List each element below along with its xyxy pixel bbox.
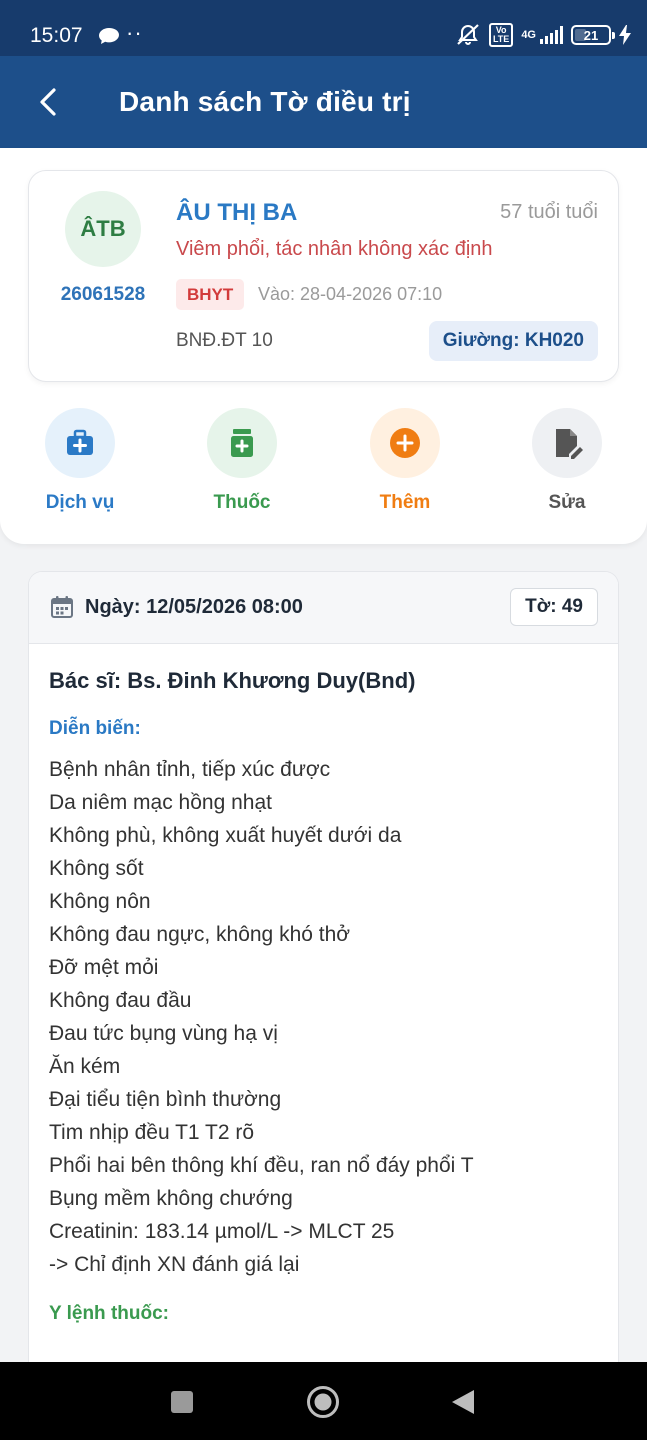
home-button[interactable] xyxy=(305,1384,341,1420)
charging-icon xyxy=(619,25,631,45)
sheet-header: Ngày: 12/05/2026 08:00 Tờ: 49 xyxy=(29,572,618,644)
medicine-label: Thuốc xyxy=(213,492,271,513)
patient-id: 26061528 xyxy=(60,284,146,305)
medication-orders-title: Y lệnh thuốc: xyxy=(49,1303,169,1324)
list-item: Không nôn xyxy=(49,890,151,913)
status-time: 15:07 xyxy=(30,24,83,47)
bed-badge: Giường: KH020 xyxy=(428,321,598,361)
recents-button[interactable] xyxy=(164,1384,200,1420)
status-bar: 15:07 ·· Vo LTE 4G 21 xyxy=(0,0,647,56)
progress-title: Diễn biến: xyxy=(49,718,141,739)
ward-label: BNĐ.ĐT 10 xyxy=(176,330,273,351)
list-item: Không đau ngực, không khó thở xyxy=(49,923,351,946)
edit-label: Sửa xyxy=(548,492,586,513)
back-button[interactable] xyxy=(28,82,68,122)
medical-kit-icon xyxy=(67,429,93,455)
chevron-left-icon xyxy=(40,88,56,116)
list-item: Đại tiểu tiện bình thường xyxy=(49,1088,282,1111)
sheet-number-badge: Tờ: 49 xyxy=(510,588,598,626)
list-item: Bụng mềm không chướng xyxy=(49,1187,293,1210)
volte-icon: Vo LTE xyxy=(488,23,514,47)
status-dots: ·· xyxy=(126,20,143,45)
app-header: Danh sách Tờ điều trị xyxy=(0,56,647,148)
list-item: Đỡ mệt mỏi xyxy=(49,956,159,979)
square-icon xyxy=(171,1391,193,1413)
list-item: Bệnh nhân tỉnh, tiếp xúc được xyxy=(49,758,331,781)
chat-bubble-icon xyxy=(99,28,119,44)
navigation-bar xyxy=(0,1362,647,1440)
triangle-back-icon xyxy=(452,1390,474,1414)
list-item: Không phù, không xuất huyết dưới da xyxy=(49,824,402,847)
progress-list: Bệnh nhân tỉnh, tiếp xúc được Da niêm mạ… xyxy=(49,753,474,1281)
list-item: Không sốt xyxy=(49,857,144,880)
page-title: Danh sách Tờ điều trị xyxy=(119,86,411,117)
list-item: -> Chỉ định XN đánh giá lại xyxy=(49,1253,300,1276)
admission-time: Vào: 28-04-2026 07:10 xyxy=(258,284,443,304)
list-item: Không đau đầu xyxy=(49,989,192,1012)
battery-icon: 21 xyxy=(571,25,615,45)
edit-button[interactable]: Sửa xyxy=(507,408,627,514)
mute-icon xyxy=(457,24,479,45)
list-item: Creatinin: 183.14 µmol/L -> MLCT 25 xyxy=(49,1220,395,1243)
patient-name: ÂU THỊ BA xyxy=(176,199,298,226)
insurance-badge: BHYT xyxy=(176,279,245,310)
network-type: 4G xyxy=(521,28,536,41)
service-button[interactable]: Dịch vụ xyxy=(20,408,140,514)
list-item: Ăn kém xyxy=(49,1055,121,1078)
plus-circle-icon xyxy=(390,428,420,458)
list-item: Da niêm mạc hồng nhạt xyxy=(49,791,272,814)
battery-level: 21 xyxy=(583,27,599,43)
back-nav-button[interactable] xyxy=(445,1384,481,1420)
service-label: Dịch vụ xyxy=(45,492,115,513)
action-bar: Dịch vụ Thuốc Thêm Sửa xyxy=(0,408,647,518)
diagnosis: Viêm phổi, tác nhân không xác định xyxy=(176,238,493,260)
add-label: Thêm xyxy=(379,492,431,513)
list-item: Tim nhịp đều T1 T2 rõ xyxy=(49,1121,255,1144)
signal-icon xyxy=(540,26,563,44)
avatar: ÂTB xyxy=(65,191,141,267)
status-icons: Vo LTE 4G 21 xyxy=(455,22,631,48)
medicine-bottle-icon xyxy=(231,429,253,457)
patient-card[interactable]: ÂTB 26061528 ÂU THỊ BA 57 tuổi tuổi Viêm… xyxy=(28,170,619,382)
patient-panel: ÂTB 26061528 ÂU THỊ BA 57 tuổi tuổi Viêm… xyxy=(0,148,647,544)
patient-age: 57 tuổi tuổi xyxy=(500,201,598,223)
calendar-icon xyxy=(51,596,73,618)
doctor-name: Bác sĩ: Bs. Đinh Khương Duy(Bnd) xyxy=(49,668,416,693)
add-button[interactable]: Thêm xyxy=(345,408,465,514)
medicine-button[interactable]: Thuốc xyxy=(182,408,302,514)
sheet-date: Ngày: 12/05/2026 08:00 xyxy=(85,596,303,618)
home-circle-icon xyxy=(307,1386,339,1418)
list-item: Đau tức bụng vùng hạ vị xyxy=(49,1022,278,1045)
edit-document-icon xyxy=(556,429,583,459)
treatment-sheet-card[interactable]: Ngày: 12/05/2026 08:00 Tờ: 49 Bác sĩ: Bs… xyxy=(28,571,619,1371)
list-item: Phổi hai bên thông khí đều, ran nổ đáy p… xyxy=(49,1154,474,1177)
